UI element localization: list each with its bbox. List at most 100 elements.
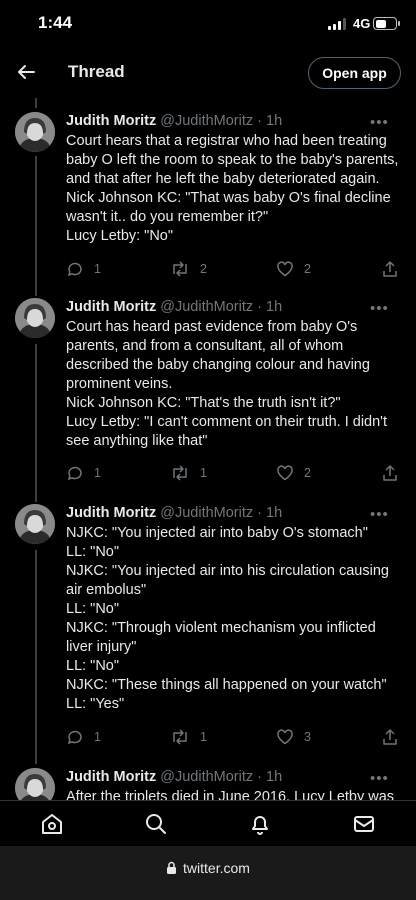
tweet-line: Court hears that a registrar who had bee…	[66, 133, 387, 149]
reply-button[interactable]: 1	[66, 728, 101, 746]
tweet-line: wasn't it.. do you remember it?"	[66, 209, 269, 225]
tweet-text: Court hears that a registrar who had bee…	[66, 132, 406, 246]
url-text: twitter.com	[183, 860, 250, 876]
retweet-icon	[173, 729, 187, 745]
thread-header: Thread Open app	[0, 48, 416, 98]
page-title: Thread	[68, 62, 125, 81]
tweet-line: NJKC: "Through violent mechanism you inf…	[66, 620, 376, 636]
tweet[interactable]: Judith Moritz @JudithMoritz · 1h ••• NJK…	[0, 504, 416, 754]
tweet-line: and that after he left the baby deterior…	[66, 171, 380, 187]
network-type: 4G	[353, 16, 371, 31]
tweet-header: Judith Moritz @JudithMoritz · 1h	[66, 505, 282, 521]
battery-icon	[373, 17, 400, 30]
tweet-header: Judith Moritz @JudithMoritz · 1h	[66, 769, 282, 785]
tweet-line: LL: "No"	[66, 601, 120, 617]
author-handle-time: @JudithMoritz · 1h	[160, 769, 283, 785]
tweet-line: baby O left the room to speak to the bab…	[66, 152, 399, 168]
share-icon	[383, 729, 397, 745]
like-button[interactable]: 2	[276, 464, 311, 482]
tweet-header: Judith Moritz @JudithMoritz · 1h	[66, 299, 282, 315]
tweet-line: After the triplets died in June 2016, Lu…	[66, 789, 395, 800]
retweet-icon	[173, 261, 187, 277]
status-time: 1:44	[38, 13, 73, 32]
more-options-icon[interactable]: •••	[370, 506, 389, 523]
home-icon[interactable]	[40, 812, 64, 836]
tweet-line: prominent veins.	[66, 376, 173, 392]
author-name[interactable]: Judith Moritz	[66, 113, 156, 129]
avatar[interactable]	[15, 768, 55, 800]
heart-icon	[277, 465, 293, 481]
messages-icon[interactable]	[352, 812, 376, 836]
like-button[interactable]: 3	[276, 728, 311, 746]
share-button[interactable]	[382, 728, 398, 746]
tweet-line: LL: "No"	[66, 544, 120, 560]
avatar[interactable]	[15, 112, 55, 152]
like-count: 2	[304, 262, 311, 276]
author-handle-time: @JudithMoritz · 1h	[160, 113, 283, 129]
tweet-line: LL: "No"	[66, 658, 120, 674]
author-handle-time: @JudithMoritz · 1h	[160, 299, 283, 315]
more-options-icon[interactable]: •••	[370, 114, 389, 131]
tweet-text: Court has heard past evidence from baby …	[66, 318, 406, 451]
tweet-line: air embolus"	[66, 582, 147, 598]
tweet[interactable]: Judith Moritz @JudithMoritz · 1h ••• Cou…	[0, 298, 416, 488]
lock-icon	[166, 861, 177, 878]
url-display[interactable]: twitter.com	[0, 860, 416, 878]
retweet-count: 2	[200, 262, 207, 276]
arrow-left-icon	[18, 65, 35, 79]
author-name[interactable]: Judith Moritz	[66, 299, 156, 315]
cellular-signal-icon	[328, 18, 348, 30]
tweet-line: described the baby changing colour and h…	[66, 357, 370, 373]
author-handle-time: @JudithMoritz · 1h	[160, 505, 283, 521]
retweet-icon	[173, 465, 187, 481]
like-count: 3	[304, 730, 311, 744]
tweet-header: Judith Moritz @JudithMoritz · 1h	[66, 113, 282, 129]
retweet-count: 1	[200, 730, 207, 744]
reply-icon	[67, 730, 82, 745]
avatar[interactable]	[15, 298, 55, 338]
browser-url-bar[interactable]: twitter.com	[0, 846, 416, 900]
back-button[interactable]	[12, 58, 40, 86]
reply-button[interactable]: 1	[66, 464, 101, 482]
share-icon	[383, 261, 397, 277]
tweet-line: NJKC: "You injected air into baby O's st…	[66, 525, 368, 541]
heart-icon	[277, 261, 293, 277]
avatar[interactable]	[15, 504, 55, 544]
tweet[interactable]: Judith Moritz @JudithMoritz · 1h ••• Cou…	[0, 112, 416, 282]
tweet-line: NJKC: "These things all happened on your…	[66, 677, 387, 693]
tweet-actions: 1 1 3	[0, 728, 416, 750]
status-bar: 1:44 4G	[0, 0, 416, 48]
tweet[interactable]: Judith Moritz @JudithMoritz · 1h ••• Aft…	[0, 768, 416, 800]
more-options-icon[interactable]: •••	[370, 300, 389, 317]
reply-count: 1	[94, 730, 101, 744]
tweet-line: liver injury"	[66, 639, 137, 655]
like-button[interactable]: 2	[276, 260, 311, 278]
open-app-button[interactable]: Open app	[308, 57, 401, 89]
tweet-text: After the triplets died in June 2016, Lu…	[66, 788, 406, 800]
reply-count: 1	[94, 466, 101, 480]
reply-count: 1	[94, 262, 101, 276]
tweet-line: Lucy Letby: "I can't comment on their tr…	[66, 414, 387, 430]
reply-icon	[67, 262, 82, 277]
author-name[interactable]: Judith Moritz	[66, 769, 156, 785]
retweet-count: 1	[200, 466, 207, 480]
tweet-line: NJKC: "You injected air into his circula…	[66, 563, 389, 579]
share-icon	[383, 465, 397, 481]
tweet-line: Lucy Letby: "No"	[66, 228, 174, 244]
more-options-icon[interactable]: •••	[370, 770, 389, 787]
thread-connector	[35, 98, 37, 108]
share-button[interactable]	[382, 260, 398, 278]
tweet-actions: 1 2 2	[0, 260, 416, 282]
bottom-nav	[0, 800, 416, 846]
share-button[interactable]	[382, 464, 398, 482]
notifications-icon[interactable]	[248, 812, 272, 836]
tweet-line: see anything like that"	[66, 433, 208, 449]
search-icon[interactable]	[144, 812, 168, 836]
retweet-button[interactable]: 1	[170, 728, 207, 746]
heart-icon	[277, 729, 293, 745]
retweet-button[interactable]: 2	[170, 260, 207, 278]
reply-button[interactable]: 1	[66, 260, 101, 278]
author-name[interactable]: Judith Moritz	[66, 505, 156, 521]
like-count: 2	[304, 466, 311, 480]
retweet-button[interactable]: 1	[170, 464, 207, 482]
